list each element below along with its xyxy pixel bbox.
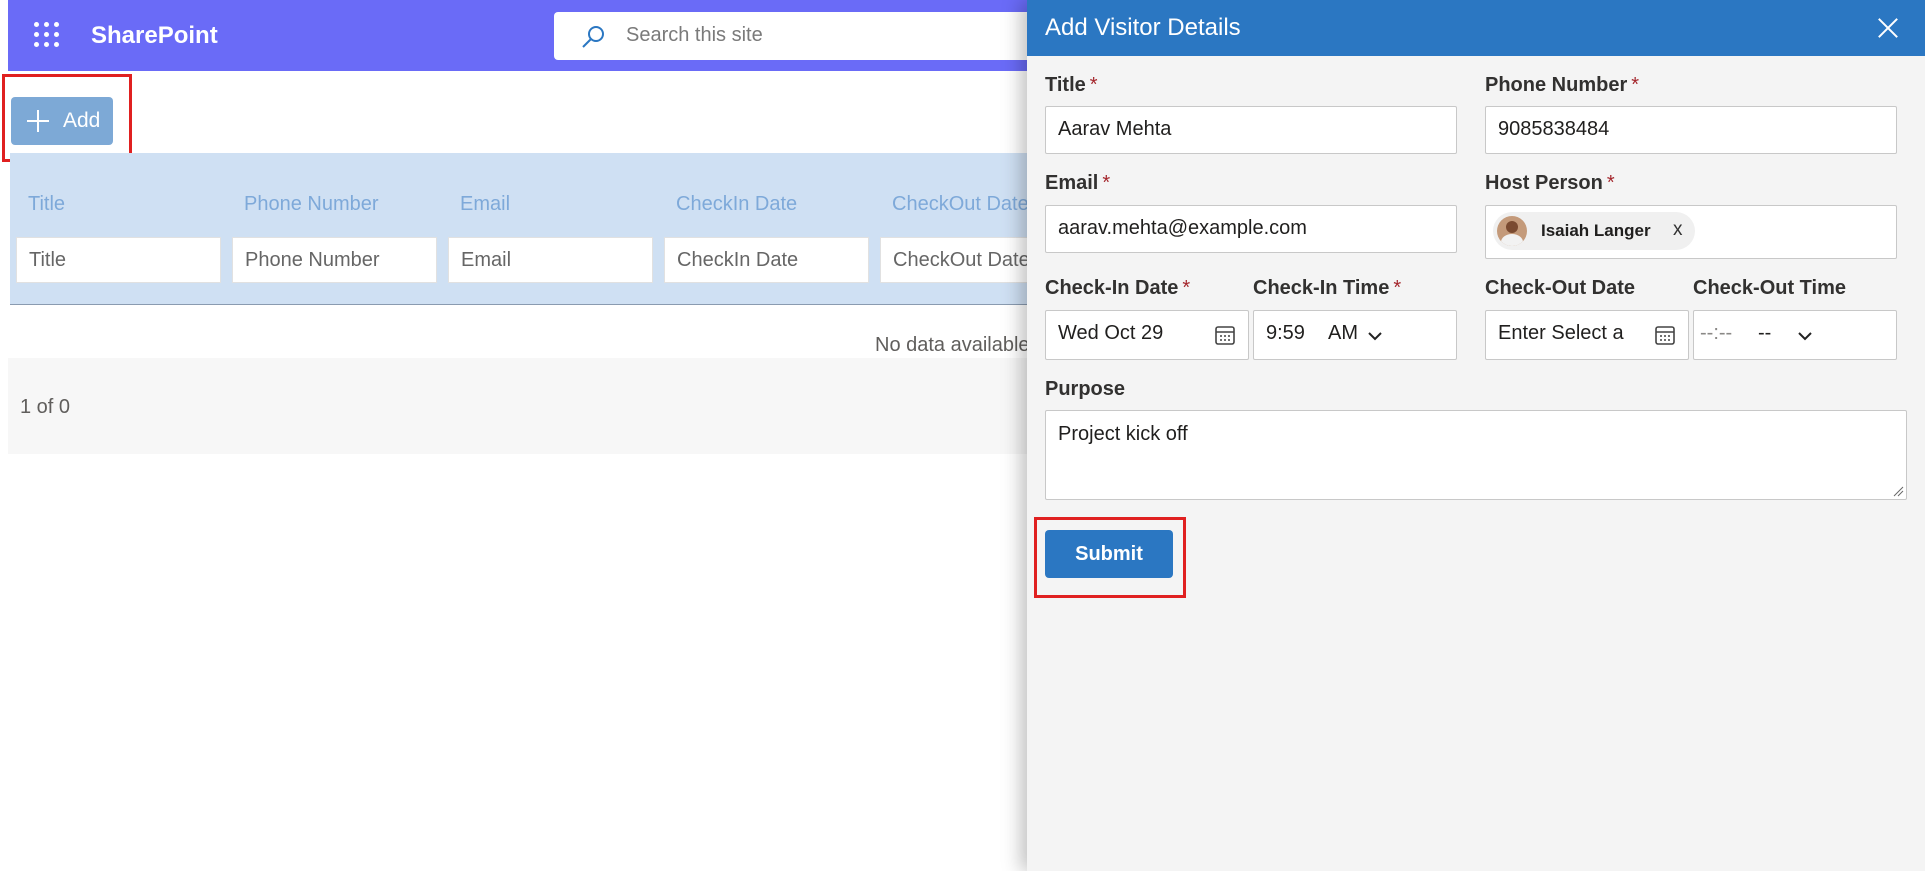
- host-label: Host Person *: [1485, 172, 1615, 194]
- pagination-bar: 1 of 0: [8, 358, 1048, 454]
- checkout-ampm[interactable]: --: [1758, 322, 1771, 345]
- email-field[interactable]: aarav.mehta@example.com: [1045, 205, 1457, 253]
- calendar-icon[interactable]: [1654, 324, 1676, 346]
- checkin-time-label: Check-In Time *: [1253, 277, 1402, 299]
- remove-host-button[interactable]: x: [1673, 219, 1683, 241]
- checkout-time-label: Check-Out Time: [1693, 277, 1846, 299]
- plus-icon: [27, 110, 49, 132]
- host-person-picker[interactable]: Isaiah Langer x: [1485, 205, 1897, 259]
- checkin-date-label: Check-In Date *: [1045, 277, 1191, 299]
- column-header-checkin[interactable]: CheckIn Date: [676, 193, 797, 216]
- column-header-email[interactable]: Email: [460, 193, 510, 216]
- email-label: Email *: [1045, 172, 1111, 194]
- avatar: [1497, 216, 1527, 246]
- submit-button[interactable]: Submit: [1045, 530, 1173, 578]
- calendar-icon[interactable]: [1214, 324, 1236, 346]
- chevron-down-icon[interactable]: [1368, 331, 1382, 341]
- column-header-title[interactable]: Title: [28, 193, 65, 216]
- filter-email-input[interactable]: Email: [448, 237, 653, 283]
- checkin-time-value: 9:59: [1266, 322, 1305, 344]
- close-icon[interactable]: [1877, 17, 1899, 39]
- add-button-label: Add: [63, 109, 101, 132]
- chevron-down-icon[interactable]: [1798, 331, 1812, 341]
- checkin-time-field[interactable]: 9:59 AM: [1253, 310, 1457, 360]
- empty-table-message: No data available: [875, 334, 1030, 356]
- host-person-name: Isaiah Langer: [1541, 221, 1651, 240]
- resize-handle-icon[interactable]: [1892, 485, 1904, 497]
- checkout-date-field[interactable]: Enter Select a: [1485, 310, 1689, 360]
- search-placeholder: Search this site: [626, 24, 763, 46]
- add-button[interactable]: Add: [11, 97, 113, 145]
- panel-header: Add Visitor Details: [1027, 0, 1925, 56]
- purpose-textarea[interactable]: Project kick off: [1045, 410, 1907, 500]
- purpose-label: Purpose: [1045, 378, 1126, 400]
- page-indicator: 1 of 0: [20, 396, 71, 418]
- column-header-checkout[interactable]: CheckOut Date: [892, 193, 1029, 216]
- phone-field[interactable]: 9085838484: [1485, 106, 1897, 154]
- filter-checkin-input[interactable]: CheckIn Date: [664, 237, 869, 283]
- phone-label: Phone Number *: [1485, 74, 1640, 96]
- brand-title[interactable]: SharePoint: [91, 22, 218, 50]
- title-label: Title *: [1045, 74, 1098, 96]
- checkin-date-field[interactable]: Wed Oct 29: [1045, 310, 1249, 360]
- filter-title-input[interactable]: Title: [16, 237, 221, 283]
- title-field[interactable]: Aarav Mehta: [1045, 106, 1457, 154]
- checkout-time-value: --:--: [1700, 322, 1733, 344]
- app-launcher-icon[interactable]: [34, 22, 60, 48]
- checkin-ampm[interactable]: AM: [1328, 322, 1358, 345]
- panel-title: Add Visitor Details: [1045, 14, 1241, 41]
- column-header-phone[interactable]: Phone Number: [244, 193, 379, 216]
- filter-phone-input[interactable]: Phone Number: [232, 237, 437, 283]
- search-icon: [582, 26, 604, 48]
- checkout-date-label: Check-Out Date: [1485, 277, 1636, 299]
- host-persona-chip: Isaiah Langer x: [1493, 212, 1695, 250]
- checkout-time-field[interactable]: --:-- --: [1693, 310, 1897, 360]
- add-visitor-panel: Add Visitor Details Title * Aarav Mehta P…: [1027, 0, 1925, 871]
- table-header: Title Phone Number Email CheckIn Date Ch…: [10, 153, 1085, 305]
